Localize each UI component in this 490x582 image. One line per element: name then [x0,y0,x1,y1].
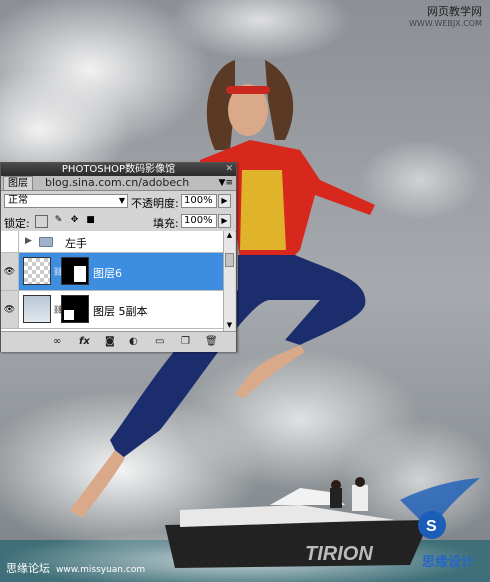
new-layer-icon[interactable]: ❐ [181,336,190,348]
opacity-slider-icon[interactable]: ▶ [218,194,231,208]
eye-icon[interactable]: 👁 [1,291,19,328]
blend-row: 正常 ▼ 不透明度: 100% ▶ [1,191,236,211]
layer-name: 图层 5副本 [93,305,148,318]
panel-bottom-bar: ∞ fx ◙ ◐ ▭ ❐ 🗑 [1,331,236,352]
scroll-up-icon[interactable]: ▲ [224,231,235,241]
group-icon[interactable]: ▭ [155,336,164,348]
logo-text: 思缘设计 [422,554,474,570]
fx-icon[interactable]: fx [79,336,90,348]
lock-brush-icon[interactable]: ✎ [53,215,64,226]
watermark-forum-name: 思缘论坛 [6,562,50,575]
link-icon[interactable]: ∞ [53,336,61,348]
layer-row-selected[interactable]: 👁 ⛓ 图层6 [1,253,223,291]
opacity-label: 不透明度: [131,197,179,210]
lock-transparent-icon[interactable] [35,215,48,228]
layer-thumbnail [23,295,51,323]
lock-row: 锁定: ✎ ✥ ■ 填充: 100% ▶ [1,211,236,232]
layer-name: 左手 [65,237,87,250]
mask-thumbnail[interactable] [61,295,89,323]
svg-text:S: S [426,518,437,535]
visibility-toggle-empty[interactable] [1,231,19,252]
chevron-down-icon: ▼ [118,196,125,205]
panel-menu-icon[interactable]: ▼≡ [219,176,233,190]
scroll-down-icon[interactable]: ▼ [224,321,235,331]
layer-thumbnail [23,257,51,285]
watermark-forum-url: www.missyuan.com [56,565,146,575]
watermark-bottom-left: 思缘论坛 www.missyuan.com [6,560,145,576]
layer-name: 图层6 [93,267,122,280]
fill-slider-icon[interactable]: ▶ [218,214,231,228]
boat-lettering: TIRION [305,543,373,565]
expand-triangle-icon[interactable]: ▶ [25,236,32,246]
panel-title-bar[interactable]: PHOTOSHOP数码影像馆 ✕ [1,163,236,176]
layers-list: ▶ 左手 👁 ⛓ 图层6 👁 ⛓ 图层 5副本 [1,231,223,331]
layers-panel: PHOTOSHOP数码影像馆 ✕ 图层 blog.sina.com.cn/ado… [0,162,237,352]
panel-tab-row: 图层 blog.sina.com.cn/adobech ▼≡ [1,176,236,191]
fill-input[interactable]: 100% [181,214,217,228]
watermark-site-url: WWW.WEBJX.COM [409,19,482,28]
adjustment-icon[interactable]: ◐ [129,336,138,348]
lock-all-icon[interactable]: ■ [85,215,96,226]
close-icon[interactable]: ✕ [225,163,233,176]
mask-thumbnail[interactable] [61,257,89,285]
layers-scrollbar[interactable]: ▲ ▼ [223,231,235,331]
trash-icon[interactable]: 🗑 [205,336,218,348]
folder-icon [39,237,53,247]
opacity-input[interactable]: 100% [181,194,217,208]
blend-mode-select[interactable]: 正常 ▼ [4,194,128,208]
panel-title: PHOTOSHOP数码影像馆 [61,164,176,175]
tab-layers[interactable]: 图层 [3,176,33,190]
watermark-top-right: 网页教学网 WWW.WEBJX.COM [409,6,482,30]
fill-label: 填充: [153,217,179,230]
watermark-site-name: 网页教学网 [427,5,482,18]
blog-url-overlay: blog.sina.com.cn/adobech [45,176,190,189]
lock-position-icon[interactable]: ✥ [69,215,80,226]
mask-icon[interactable]: ◙ [105,336,115,348]
layer-row[interactable]: 👁 ⛓ 图层 5副本 [1,291,223,329]
blend-mode-value: 正常 [8,195,28,206]
layer-row-group[interactable]: ▶ 左手 [1,231,223,253]
lock-label: 锁定: [4,217,30,230]
scroll-thumb[interactable] [225,253,234,267]
eye-icon[interactable]: 👁 [1,253,19,290]
